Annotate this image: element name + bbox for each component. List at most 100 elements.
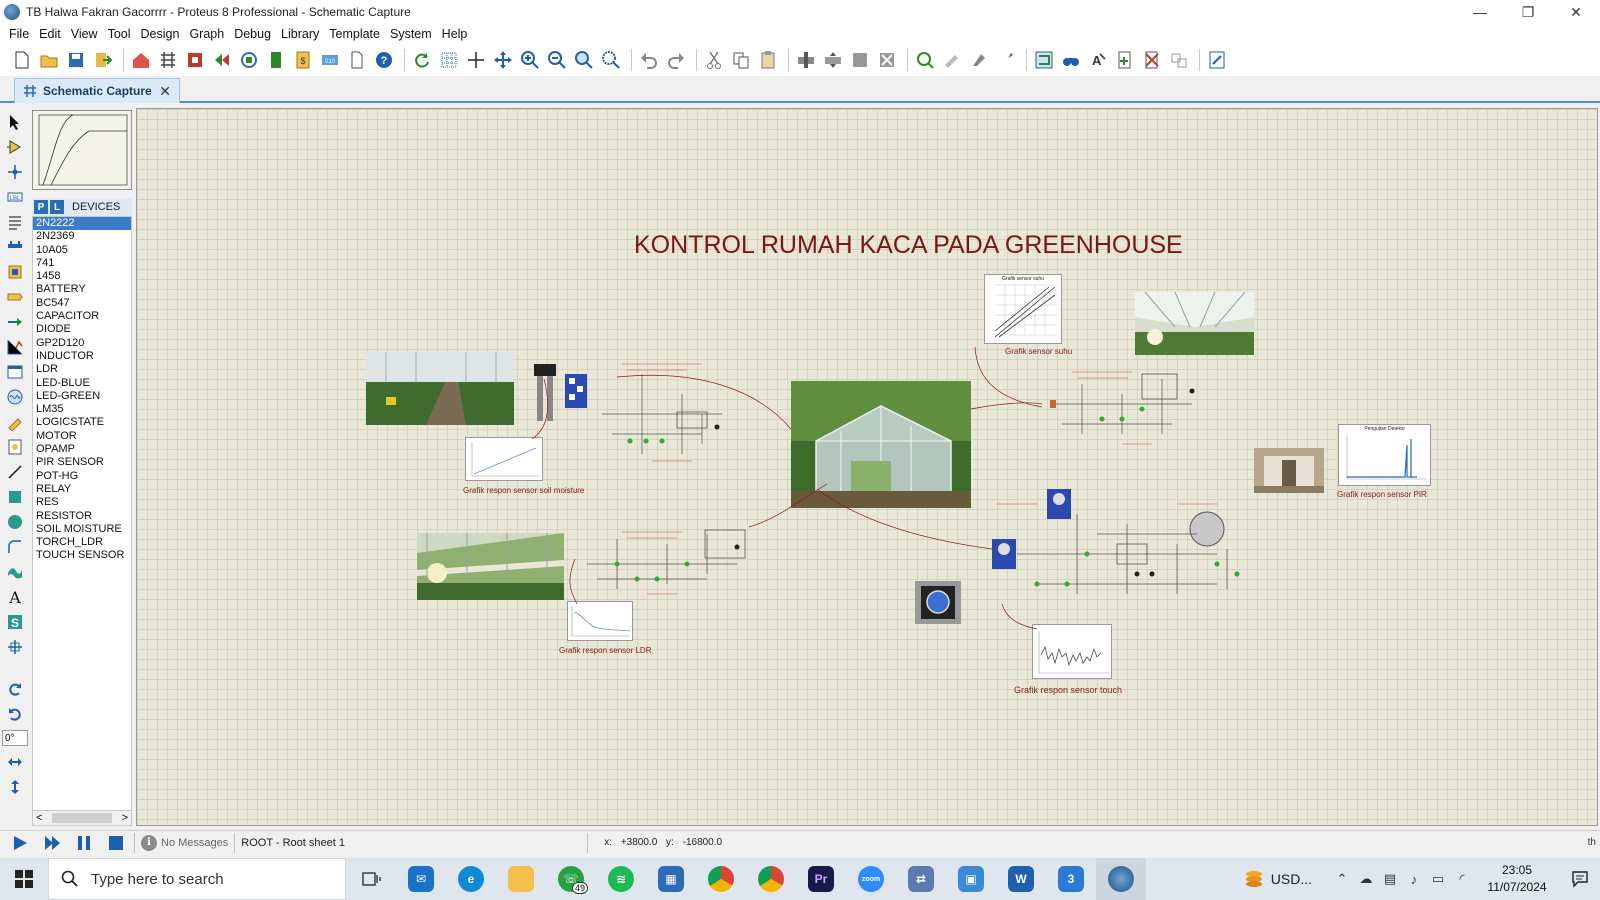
device-list-item[interactable]: RES (33, 496, 131, 509)
chrome-icon[interactable] (696, 858, 746, 900)
pick-from-library-button[interactable]: P (34, 200, 48, 214)
device-list-item[interactable]: 2N2222 (33, 217, 131, 231)
volume-icon[interactable]: ♪ (1404, 872, 1424, 887)
chevron-up-icon[interactable]: ⌃ (1332, 871, 1352, 887)
tray-currency-widget[interactable]: USD... (1243, 868, 1312, 890)
cut-icon[interactable] (702, 48, 726, 72)
block-copy-icon[interactable] (794, 48, 818, 72)
device-list-item[interactable]: LED-GREEN (33, 390, 131, 403)
redo-icon[interactable] (664, 48, 688, 72)
play-simulation-icon[interactable] (8, 832, 32, 854)
component-icon[interactable] (264, 48, 288, 72)
menu-design[interactable]: Design (136, 27, 185, 41)
menu-template[interactable]: Template (324, 27, 385, 41)
remove-sheet-icon[interactable] (1140, 48, 1164, 72)
make-device-icon[interactable] (940, 48, 964, 72)
menu-tool[interactable]: Tool (103, 27, 136, 41)
app-3-icon[interactable]: 3 (1046, 858, 1096, 900)
menu-edit[interactable]: Edit (34, 27, 66, 41)
block-rotate-icon[interactable] (848, 48, 872, 72)
home-icon[interactable] (129, 48, 153, 72)
bill-of-materials-icon[interactable]: $ (291, 48, 315, 72)
origin-icon[interactable] (464, 48, 488, 72)
pick-device-icon[interactable] (913, 48, 937, 72)
property-assignment-icon[interactable]: A (1086, 48, 1110, 72)
pause-simulation-icon[interactable] (72, 832, 96, 854)
open-folder-icon[interactable] (37, 48, 61, 72)
gerber-icon[interactable] (210, 48, 234, 72)
rotation-angle-input[interactable] (2, 730, 28, 746)
messages-status[interactable]: i No Messages (141, 834, 228, 851)
scroll-right-icon[interactable]: > (122, 812, 128, 824)
scroll-left-icon[interactable]: < (36, 812, 42, 824)
refresh-icon[interactable] (410, 48, 434, 72)
close-window-button[interactable]: ✕ (1552, 0, 1600, 24)
file-explorer-icon[interactable] (496, 858, 546, 900)
microsoft-store-icon[interactable]: ▦ (646, 858, 696, 900)
scroll-thumb[interactable] (52, 813, 112, 823)
battery-icon[interactable]: ▭ (1428, 871, 1448, 887)
grid-toggle-icon[interactable] (437, 48, 461, 72)
device-pins-icon[interactable] (2, 311, 28, 333)
library-manager-button[interactable]: L (50, 200, 64, 214)
device-list-item[interactable]: CAPACITOR (33, 310, 131, 323)
voltage-probe-icon[interactable] (2, 411, 28, 433)
spotify-icon[interactable]: ≋ (596, 858, 646, 900)
arc-2d-icon[interactable] (2, 536, 28, 558)
windows-start-icon[interactable] (0, 858, 48, 900)
save-icon[interactable] (64, 48, 88, 72)
block-delete-icon[interactable] (875, 48, 899, 72)
device-list-scrollbar[interactable]: < > (32, 810, 132, 826)
wifi-icon[interactable]: ◜ (1452, 871, 1472, 887)
minimize-button[interactable]: — (1456, 0, 1504, 24)
device-list-item[interactable]: BATTERY (33, 283, 131, 296)
decompose-icon[interactable] (994, 48, 1018, 72)
device-list-item[interactable]: INDUCTOR (33, 350, 131, 363)
terminals-icon[interactable] (2, 286, 28, 308)
wire-label-icon[interactable]: LBL (2, 186, 28, 208)
pan-icon[interactable] (491, 48, 515, 72)
device-list-item[interactable]: SOIL MOISTURE (33, 523, 131, 536)
device-list-item[interactable]: PIR SENSOR (33, 456, 131, 469)
tab-schematic-capture[interactable]: Schematic Capture ✕ (14, 78, 180, 103)
line-2d-icon[interactable] (2, 461, 28, 483)
device-list-item[interactable]: GP2D120 (33, 337, 131, 350)
task-view-icon[interactable] (346, 858, 396, 900)
zoom-icon[interactable]: zoom (846, 858, 896, 900)
schematic-canvas[interactable]: KONTROL RUMAH KACA PADA GREENHOUSE Grafi… (136, 108, 1598, 826)
device-list-item[interactable]: OPAMP (33, 443, 131, 456)
graph-mode-icon[interactable] (2, 336, 28, 358)
tab-close-icon[interactable]: ✕ (159, 83, 171, 100)
wire-autorouter-icon[interactable] (1032, 48, 1056, 72)
buses-icon[interactable] (2, 236, 28, 258)
subcircuit-icon[interactable] (2, 261, 28, 283)
rotate-anticlockwise-icon[interactable] (2, 703, 28, 725)
text-2d-icon[interactable]: A (2, 586, 28, 608)
virtual-instruments-icon[interactable] (2, 436, 28, 458)
control-panel-icon[interactable]: ▣ (946, 858, 996, 900)
text-script-icon[interactable] (2, 211, 28, 233)
overview-window[interactable] (32, 110, 132, 190)
device-list-item[interactable]: 10A05 (33, 244, 131, 257)
device-list-item[interactable]: LED-BLUE (33, 377, 131, 390)
device-list-item[interactable]: RELAY (33, 483, 131, 496)
block-move-icon[interactable] (821, 48, 845, 72)
device-list-item[interactable]: RESISTOR (33, 510, 131, 523)
stop-simulation-icon[interactable] (104, 832, 128, 854)
proteus-taskbar-icon[interactable] (1096, 858, 1146, 900)
device-list-item[interactable]: LM35 (33, 403, 131, 416)
pcb-layout-icon[interactable] (183, 48, 207, 72)
device-list-item[interactable]: 1458 (33, 270, 131, 283)
chrome-profile-icon[interactable] (746, 858, 796, 900)
mirror-horizontal-icon[interactable] (2, 751, 28, 773)
device-list-item[interactable]: DIODE (33, 323, 131, 336)
path-2d-icon[interactable] (2, 561, 28, 583)
onedrive-icon[interactable]: ☁ (1356, 871, 1376, 887)
generator-icon[interactable] (2, 386, 28, 408)
network-app-icon[interactable]: ⇄ (896, 858, 946, 900)
device-list-item[interactable]: BC547 (33, 297, 131, 310)
selection-mode-icon[interactable] (2, 111, 28, 133)
network-status-icon[interactable]: ▤ (1380, 871, 1400, 887)
marker-icon[interactable] (2, 636, 28, 658)
zoom-out-icon[interactable] (545, 48, 569, 72)
